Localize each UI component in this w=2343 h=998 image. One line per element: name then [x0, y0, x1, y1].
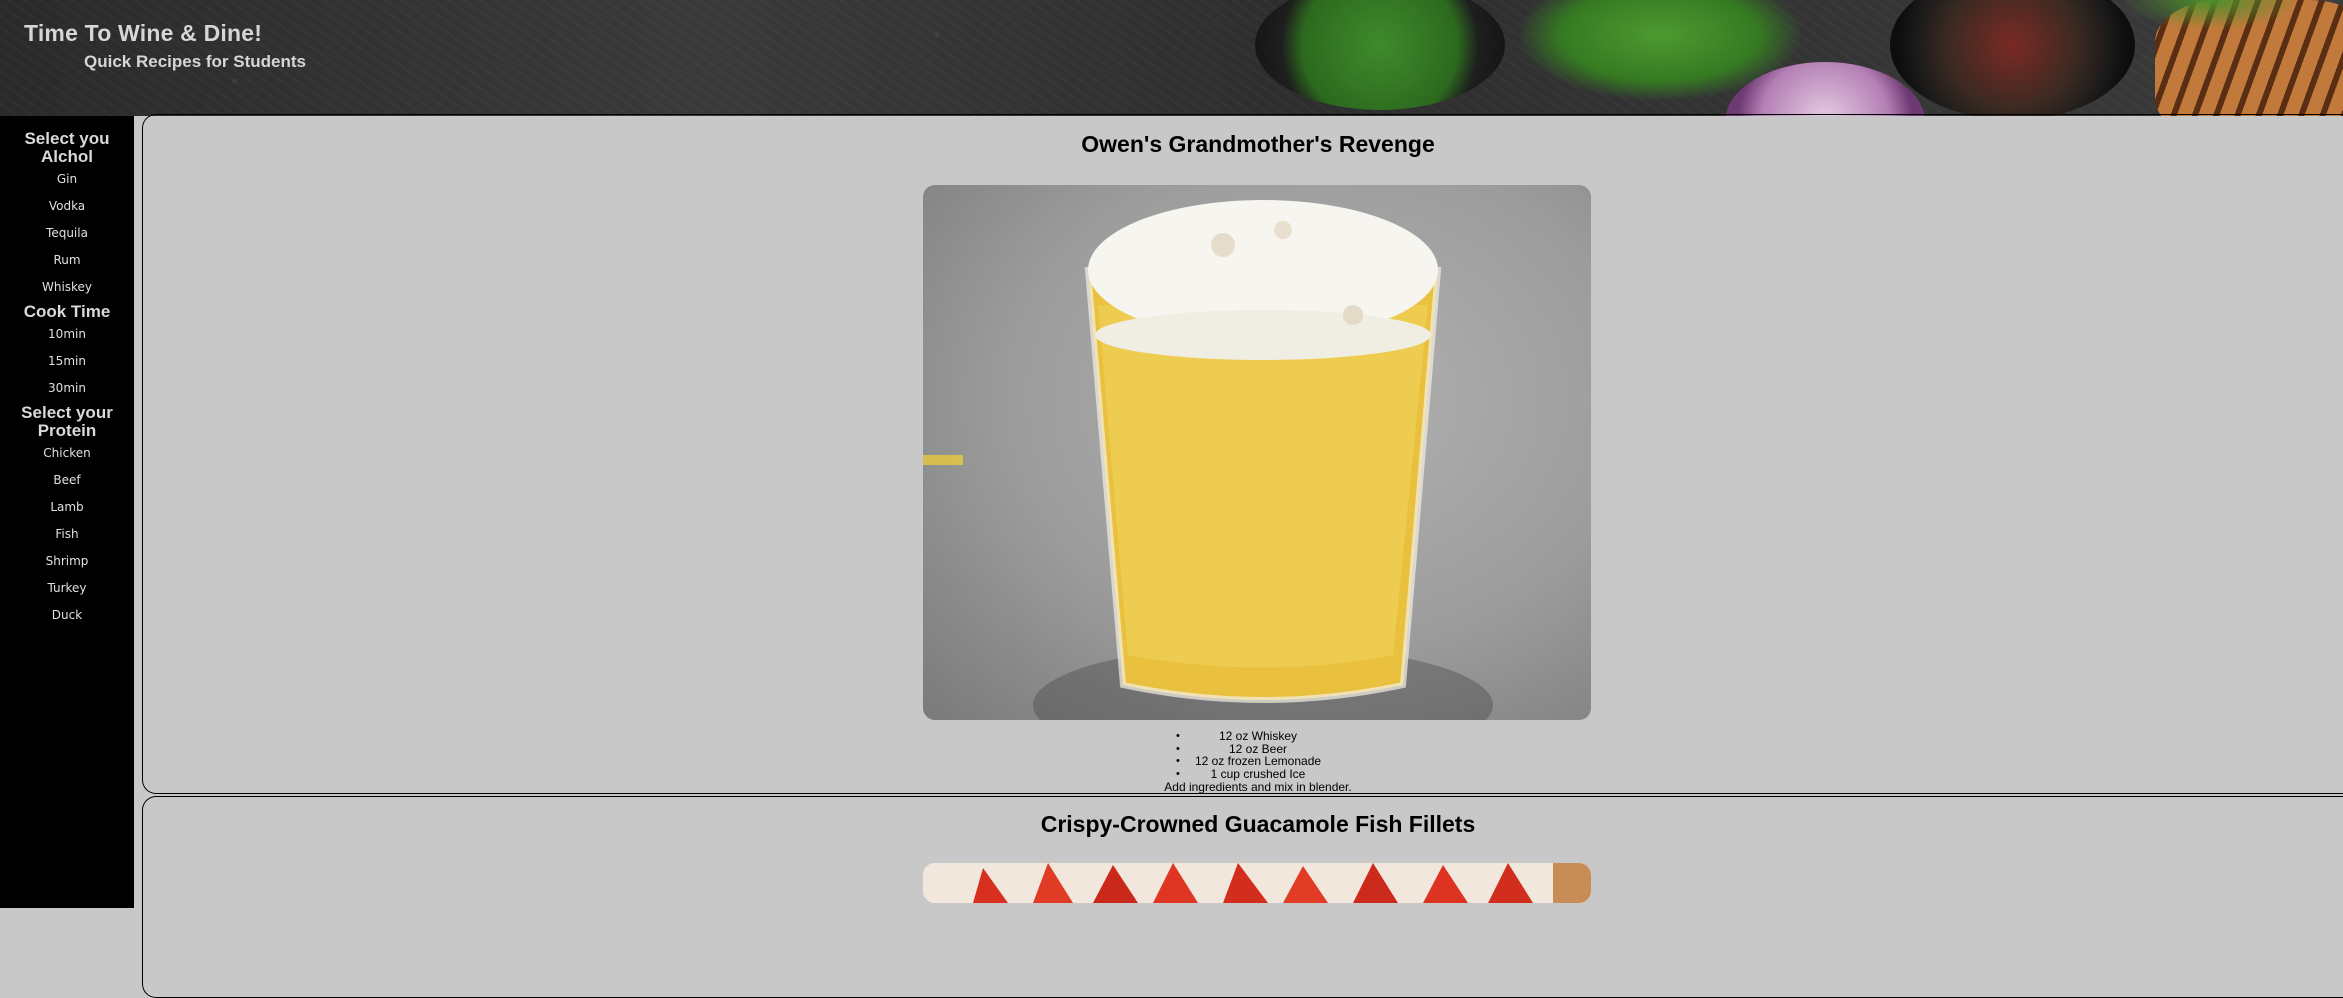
- recipe-card: Owen's Grandmother's Revenge 12 oz Whisk…: [142, 114, 2343, 794]
- sidebar-item-shrimp[interactable]: Shrimp: [0, 548, 134, 575]
- drink-glass-illustration: [923, 200, 1493, 720]
- main-content: Owen's Grandmother's Revenge 12 oz Whisk…: [134, 114, 2343, 998]
- sidebar-item-fish[interactable]: Fish: [0, 521, 134, 548]
- guacamole-fish-image: [923, 863, 1591, 903]
- cook-time-heading: Cook Time: [23, 302, 111, 321]
- ingredient-item: 12 oz frozen Lemonade: [143, 755, 2343, 768]
- protein-heading: Select your Protein: [21, 403, 113, 440]
- sidebar-item-vodka[interactable]: Vodka: [0, 193, 134, 220]
- recipe-title: Owen's Grandmother's Revenge: [1081, 131, 1435, 157]
- sidebar-nav: Select you Alchol Gin Vodka Tequila Rum …: [0, 116, 134, 908]
- site-header: Time To Wine & Dine! Quick Recipes for S…: [0, 0, 2343, 116]
- ingredient-list: 12 oz Whiskey 12 oz Beer 12 oz frozen Le…: [143, 730, 2343, 780]
- sidebar-item-15min[interactable]: 15min: [0, 348, 134, 375]
- recipe-card: Crispy-Crowned Guacamole Fish Fillets: [142, 796, 2343, 998]
- sidebar-item-lamb[interactable]: Lamb: [0, 494, 134, 521]
- sidebar-item-whiskey[interactable]: Whiskey: [0, 274, 134, 301]
- sidebar-item-duck[interactable]: Duck: [0, 602, 134, 629]
- recipe-instructions: Add ingredients and mix in blender.: [1164, 780, 1352, 794]
- recipe-title: Crispy-Crowned Guacamole Fish Fillets: [1040, 811, 1476, 837]
- sidebar-item-turkey[interactable]: Turkey: [0, 575, 134, 602]
- site-title: Time To Wine & Dine!: [24, 20, 263, 46]
- alcohol-heading: Select you Alchol: [24, 129, 110, 166]
- tomato-slices-illustration: [923, 863, 1591, 903]
- sidebar-item-rum[interactable]: Rum: [0, 247, 134, 274]
- site-subtitle: Quick Recipes for Students: [84, 52, 306, 71]
- sidebar-item-tequila[interactable]: Tequila: [0, 220, 134, 247]
- sidebar-item-gin[interactable]: Gin: [0, 166, 134, 193]
- beer-cocktail-image: [923, 185, 1591, 720]
- ingredient-item: 1 cup crushed Ice: [143, 767, 2343, 781]
- sidebar-item-10min[interactable]: 10min: [0, 321, 134, 348]
- sidebar-item-beef[interactable]: Beef: [0, 467, 134, 494]
- ingredient-item: 12 oz Whiskey: [143, 730, 2343, 743]
- sidebar-item-30min[interactable]: 30min: [0, 375, 134, 402]
- sidebar-item-chicken[interactable]: Chicken: [0, 440, 134, 467]
